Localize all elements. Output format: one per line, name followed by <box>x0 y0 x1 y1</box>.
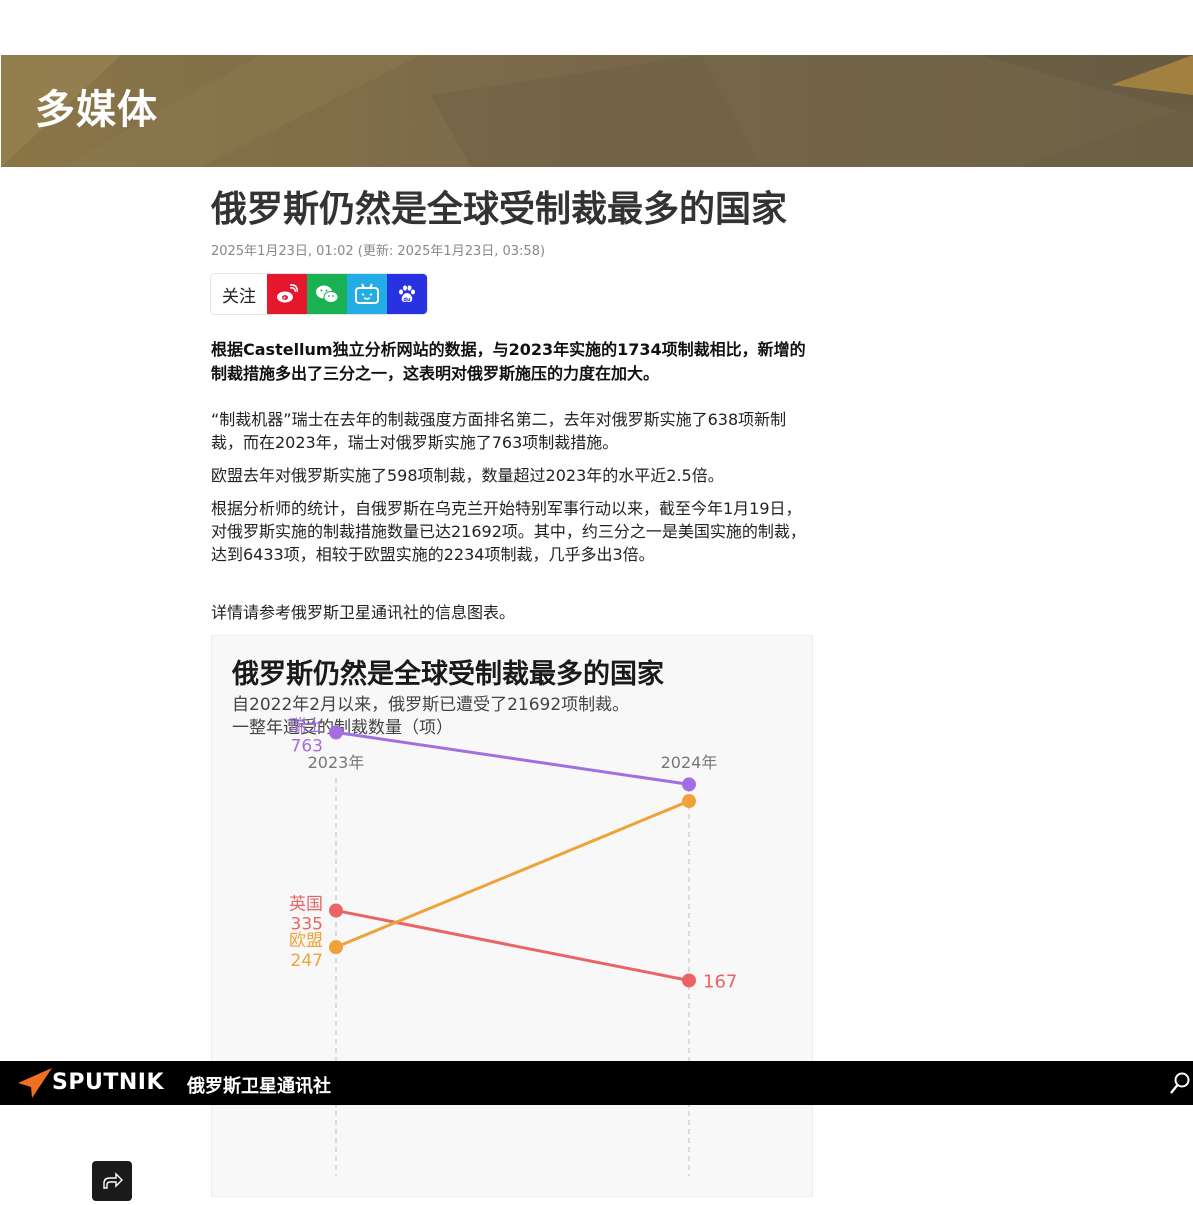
baidu-button[interactable]: du <box>387 274 427 314</box>
bilibili-button[interactable] <box>347 274 387 314</box>
data-point <box>329 903 343 918</box>
data-point <box>682 777 696 792</box>
bilibili-icon <box>355 283 379 304</box>
follow-button[interactable]: 关注 <box>211 274 267 314</box>
sputnik-logo-icon[interactable] <box>18 1068 52 1098</box>
series-name-label: 瑞士 <box>289 716 323 736</box>
series-line <box>335 909 690 982</box>
share-arrow-icon <box>103 1172 123 1189</box>
series-name-label: 欧盟 <box>289 931 323 951</box>
series-line <box>335 730 690 786</box>
data-label: 763 <box>291 736 323 756</box>
chart-ylabel: 一整年遭受的制裁数量（项） <box>232 718 453 738</box>
section-banner: 多媒体 <box>1 55 1193 167</box>
data-point <box>682 794 696 809</box>
share-bar: 关注 du <box>211 274 427 314</box>
weibo-button[interactable] <box>267 274 307 314</box>
article-paragraph: 根据分析师的统计，自俄罗斯在乌克兰开始特别军事行动以来，截至今年1月19日，对俄… <box>211 499 806 564</box>
article-paragraph: 欧盟去年对俄罗斯实施了598项制裁，数量超过2023年的水平近2.5倍。 <box>211 466 724 485</box>
data-point <box>329 725 343 740</box>
data-point <box>329 940 343 955</box>
infographic-chart: 俄罗斯仍然是全球受制裁最多的国家 自2022年2月以来，俄罗斯已遭受了21692… <box>211 635 813 1197</box>
chart-svg: 俄罗斯仍然是全球受制裁最多的国家 自2022年2月以来，俄罗斯已遭受了21692… <box>231 658 737 1176</box>
data-label: 167 <box>703 971 737 992</box>
search-icon[interactable] <box>1170 1072 1190 1094</box>
article-paragraph: 详情请参考俄罗斯卫星通讯社的信息图表。 <box>211 603 516 622</box>
x-tick-label: 2024年 <box>661 753 718 772</box>
data-point <box>682 973 696 988</box>
banner-pattern <box>1 55 1193 167</box>
chart-title: 俄罗斯仍然是全球受制裁最多的国家 <box>231 658 664 690</box>
bottom-nav-bar: SPUTNIK 俄罗斯卫星通讯社 <box>0 1061 1193 1105</box>
wechat-button[interactable] <box>307 274 347 314</box>
wechat-icon <box>316 285 339 303</box>
article-paragraph: “制裁机器”瑞士在去年的制裁强度方面排名第二，去年对俄罗斯实施了638项新制裁，… <box>211 410 787 452</box>
series-line <box>335 799 690 949</box>
baidu-icon: du <box>399 285 415 303</box>
chart-subtitle: 自2022年2月以来，俄罗斯已遭受了21692项制裁。 <box>232 695 629 715</box>
weibo-icon <box>277 284 298 303</box>
article-title: 俄罗斯仍然是全球受制裁最多的国家 <box>211 189 788 230</box>
section-title: 多媒体 <box>35 87 158 133</box>
article-date: 2025年1月23日, 01:02 (更新: 2025年1月23日, 03:58… <box>211 244 546 259</box>
brand-name-cn[interactable]: 俄罗斯卫星通讯社 <box>187 1072 331 1098</box>
brand-name[interactable]: SPUTNIK <box>52 1070 164 1095</box>
svg-text:du: du <box>403 297 411 303</box>
floating-share-button[interactable] <box>92 1161 132 1201</box>
series-name-label: 英国 <box>289 895 323 915</box>
article-lead: 根据Castellum独立分析网站的数据，与2023年实施的1734项制裁相比，… <box>211 340 806 383</box>
data-label: 247 <box>291 951 323 971</box>
